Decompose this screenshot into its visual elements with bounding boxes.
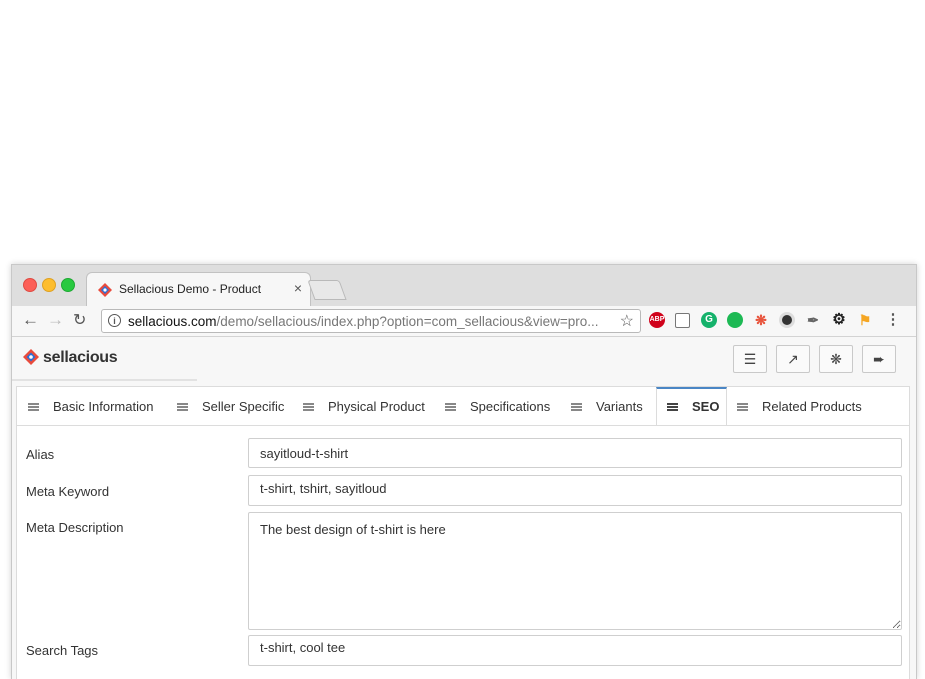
product-tabs: Basic Information Seller Specific Physic… — [17, 387, 909, 426]
info-icon[interactable]: i — [108, 314, 121, 327]
url-text: sellacious.com/demo/sellacious/index.php… — [128, 314, 599, 329]
forward-arrow-icon[interactable]: → — [47, 310, 64, 330]
open-site-button[interactable]: ↗ — [776, 345, 810, 373]
back-arrow-icon[interactable]: ← — [22, 310, 39, 330]
tab-seo[interactable]: SEO — [656, 387, 727, 425]
list-icon — [667, 403, 678, 411]
eyedropper-icon[interactable]: ✒ — [805, 312, 821, 328]
tab-seller-specific[interactable]: Seller Specific — [177, 387, 284, 425]
search-tags-label: Search Tags — [26, 643, 99, 658]
browser-window: Sellacious Demo - Product × ← → ↻ i sell… — [11, 264, 917, 679]
header-divider — [12, 379, 197, 381]
sellacious-favicon-icon — [98, 283, 112, 297]
tab-close-icon[interactable]: × — [294, 280, 302, 296]
hamburger-icon: ☰ — [743, 351, 757, 367]
meta-keyword-label: Meta Keyword — [26, 484, 110, 499]
tab-strip: Sellacious Demo - Product × — [12, 265, 916, 307]
reload-icon[interactable]: ↻ — [73, 310, 86, 330]
tab-related-products[interactable]: Related Products — [737, 387, 862, 425]
brand-name: sellacious — [43, 349, 118, 366]
address-bar[interactable]: i sellacious.com/demo/sellacious/index.p… — [101, 309, 641, 333]
list-icon — [445, 403, 456, 411]
list-icon — [177, 403, 188, 411]
chat-icon[interactable] — [727, 312, 743, 328]
tab-physical-product[interactable]: Physical Product — [303, 387, 425, 425]
app-header: sellacious ☰ ↗ ❋ ➨ — [12, 337, 916, 381]
product-form-panel: Basic Information Seller Specific Physic… — [16, 386, 910, 679]
browser-tab[interactable]: Sellacious Demo - Product × — [86, 272, 311, 306]
new-tab-button[interactable] — [307, 280, 347, 300]
brand-logo[interactable]: sellacious — [23, 349, 118, 367]
chrome-ext-icon[interactable] — [779, 312, 795, 328]
joomla-admin-button[interactable]: ❋ — [819, 345, 853, 373]
list-icon — [303, 403, 314, 411]
alias-input[interactable] — [248, 438, 902, 468]
tab-basic-information[interactable]: Basic Information — [28, 387, 153, 425]
meta-description-label: Meta Description — [26, 520, 124, 535]
gear-icon[interactable]: ⚙ — [831, 312, 847, 328]
flag-icon[interactable]: ⚑ — [857, 312, 873, 328]
minimize-window-button[interactable] — [42, 278, 56, 292]
search-tags-input[interactable]: t-shirt, cool tee — [248, 635, 902, 666]
meta-description-input[interactable]: The best design of t-shirt is here — [248, 512, 902, 630]
close-window-button[interactable] — [23, 278, 37, 292]
zoom-window-button[interactable] — [61, 278, 75, 292]
list-icon — [737, 403, 748, 411]
logout-button[interactable]: ➨ — [862, 345, 896, 373]
tab-specifications[interactable]: Specifications — [445, 387, 550, 425]
joomla-icon[interactable]: ❋ — [753, 312, 769, 328]
sign-out-icon: ➨ — [873, 351, 885, 367]
alias-label: Alias — [26, 447, 55, 462]
tab-title: Sellacious Demo - Product — [119, 282, 262, 296]
tab-variants[interactable]: Variants — [571, 387, 643, 425]
list-icon — [571, 403, 582, 411]
external-link-icon: ↗ — [787, 351, 799, 367]
menu-dots-icon[interactable]: ⋮ — [885, 312, 901, 328]
grammarly-icon[interactable]: G — [701, 312, 717, 328]
bookmark-star-icon[interactable]: ☆ — [620, 311, 634, 331]
list-icon — [28, 403, 39, 411]
menu-button[interactable]: ☰ — [733, 345, 767, 373]
browser-toolbar: ← → ↻ i sellacious.com/demo/sellacious/i… — [12, 306, 916, 337]
abp-icon[interactable]: ABP — [649, 312, 665, 328]
sellacious-logo-icon — [23, 349, 39, 365]
meta-keyword-input[interactable]: t-shirt, tshirt, sayitloud — [248, 475, 902, 506]
camera-icon[interactable] — [675, 313, 690, 328]
joomla-icon: ❋ — [830, 351, 842, 367]
